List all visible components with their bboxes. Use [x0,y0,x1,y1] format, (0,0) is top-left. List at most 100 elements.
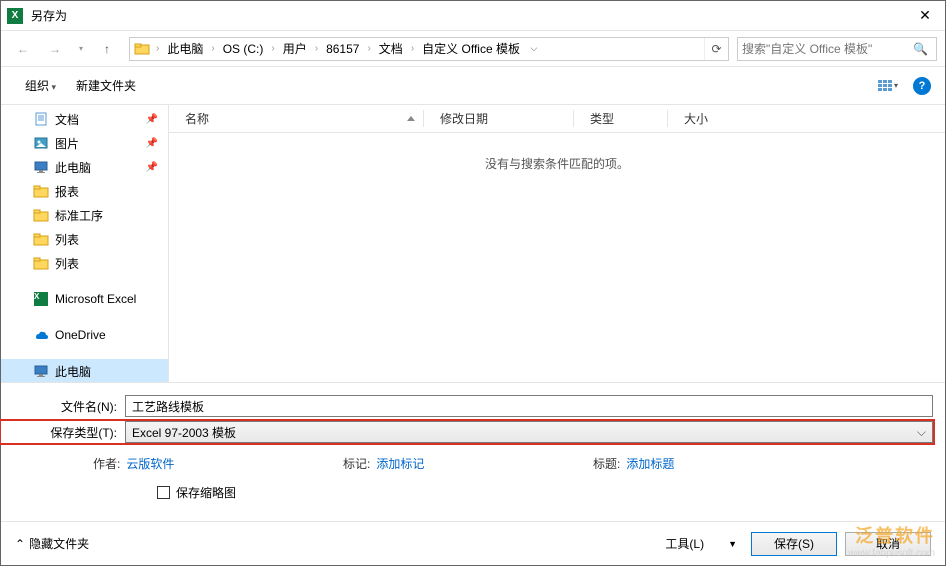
folder-icon [33,183,49,199]
breadcrumb-item[interactable]: 文档 [375,38,407,60]
new-folder-button[interactable]: 新建文件夹 [66,73,146,98]
sidebar-item-label: 标准工序 [55,207,103,224]
filetype-select[interactable]: Excel 97-2003 模板 [125,421,933,443]
tag-value[interactable]: 添加标记 [376,455,424,472]
column-name[interactable]: 名称 [169,110,424,127]
sidebar-item[interactable]: 图片 📌 [1,131,168,155]
document-icon [33,111,49,127]
tools-menu[interactable]: 工具(L) [655,531,714,556]
thumbnail-checkbox[interactable] [157,486,170,499]
breadcrumb[interactable]: › 此电脑 › OS (C:) › 用户 › 86157 › 文档 › 自定义 … [129,37,729,61]
sidebar-item-label: 列表 [55,255,79,272]
breadcrumb-dropdown[interactable]: ⌵ [524,43,544,54]
column-type[interactable]: 类型 [574,110,668,127]
pin-icon: 📌 [146,138,158,149]
excel-app-icon: X [7,8,23,24]
column-size[interactable]: 大小 [668,110,748,127]
metadata-row: 作者: 云版软件 标记: 添加标记 标题: 添加标题 [1,447,945,474]
sidebar-item-label: OneDrive [55,328,106,342]
folder-icon [33,207,49,223]
search-box[interactable]: 🔍 [737,37,937,61]
save-button[interactable]: 保存(S) [751,532,837,556]
sidebar-item-label: Microsoft Excel [55,292,136,306]
up-button[interactable]: ↑ [93,35,121,63]
onedrive-icon [33,327,49,343]
chevron-right-icon: › [152,43,163,54]
file-list-header: 名称 修改日期 类型 大小 [169,105,945,133]
help-button[interactable]: ? [913,77,931,95]
sidebar-item[interactable]: 此电脑 [1,359,168,382]
breadcrumb-item[interactable]: 此电脑 [163,38,207,60]
sidebar-item[interactable]: 标准工序 [1,203,168,227]
footer: ⌃ 隐藏文件夹 工具(L) ▼ 保存(S) 取消 [1,521,945,565]
chevron-right-icon: › [311,43,322,54]
breadcrumb-item[interactable]: 用户 [279,38,311,60]
sidebar-item-label: 列表 [55,231,79,248]
sidebar-item[interactable]: 报表 [1,179,168,203]
sidebar-item[interactable]: 列表 [1,227,168,251]
sidebar-item-label: 图片 [55,135,79,152]
sidebar-item[interactable]: 列表 [1,251,168,275]
sidebar-item[interactable]: X Microsoft Excel [1,287,168,311]
organize-menu[interactable]: 组织 [15,73,66,98]
hide-folders-toggle[interactable]: ⌃ 隐藏文件夹 [15,535,89,552]
folder-icon [33,255,49,271]
breadcrumb-item[interactable]: 自定义 Office 模板 [418,38,524,60]
close-button[interactable]: ✕ [905,1,945,31]
filetype-value: Excel 97-2003 模板 [132,424,236,441]
thumbnail-row: 保存缩略图 [1,474,945,511]
folder-icon [132,39,152,59]
sidebar-item[interactable]: 此电脑 📌 [1,155,168,179]
filetype-row: 保存类型(T): Excel 97-2003 模板 [1,421,933,443]
back-button[interactable]: ← [9,35,37,63]
file-list: 名称 修改日期 类型 大小 没有与搜索条件匹配的项。 [169,105,945,382]
picture-icon [33,135,49,151]
chevron-up-icon: ⌃ [15,537,25,551]
title-value[interactable]: 添加标题 [626,455,674,472]
pc-icon [33,159,49,175]
tools-dropdown-icon[interactable]: ▼ [722,535,743,553]
sidebar-item-label: 此电脑 [55,363,91,380]
author-label: 作者: [93,455,120,472]
pin-icon: 📌 [146,162,158,173]
title-bar: X 另存为 ✕ [1,1,945,31]
thumbnail-label[interactable]: 保存缩略图 [176,484,236,501]
filename-label: 文件名(N): [1,398,125,415]
filetype-label: 保存类型(T): [1,424,125,441]
tag-label: 标记: [343,455,370,472]
breadcrumb-item[interactable]: OS (C:) [219,38,268,60]
cancel-button[interactable]: 取消 [845,532,931,556]
save-options: 文件名(N): 保存类型(T): Excel 97-2003 模板 作者: 云版… [1,382,945,511]
search-icon[interactable]: 🔍 [909,42,932,56]
view-options-button[interactable]: ▾ [871,76,905,96]
filename-row: 文件名(N): [1,395,933,417]
column-date[interactable]: 修改日期 [424,110,574,127]
chevron-right-icon: › [267,43,278,54]
navigation-bar: ← → ▾ ↑ › 此电脑 › OS (C:) › 用户 › 86157 › 文… [1,31,945,67]
sidebar-item[interactable]: 文档 📌 [1,107,168,131]
author-value[interactable]: 云版软件 [126,455,174,472]
forward-button[interactable]: → [41,35,69,63]
sidebar: 文档📌图片📌此电脑📌报表标准工序列表列表XMicrosoft ExcelOneD… [1,105,169,382]
refresh-button[interactable]: ⟳ [704,38,728,60]
search-input[interactable] [742,42,909,56]
window-title: 另存为 [31,7,905,24]
toolbar: 组织 新建文件夹 ▾ ? [1,67,945,105]
hide-folders-label: 隐藏文件夹 [29,535,89,552]
title-label: 标题: [593,455,620,472]
chevron-right-icon: › [407,43,418,54]
pin-icon: 📌 [146,114,158,125]
breadcrumb-item[interactable]: 86157 [322,38,363,60]
empty-message: 没有与搜索条件匹配的项。 [169,133,945,172]
sidebar-item-label: 报表 [55,183,79,200]
sidebar-item-label: 此电脑 [55,159,91,176]
folder-icon [33,231,49,247]
sidebar-item[interactable]: OneDrive [1,323,168,347]
pc-icon [33,363,49,379]
excel-icon: X [33,291,49,307]
main-area: 文档📌图片📌此电脑📌报表标准工序列表列表XMicrosoft ExcelOneD… [1,105,945,382]
sidebar-item-label: 文档 [55,111,79,128]
history-dropdown[interactable]: ▾ [73,35,89,63]
chevron-right-icon: › [207,43,218,54]
filename-input[interactable] [125,395,933,417]
